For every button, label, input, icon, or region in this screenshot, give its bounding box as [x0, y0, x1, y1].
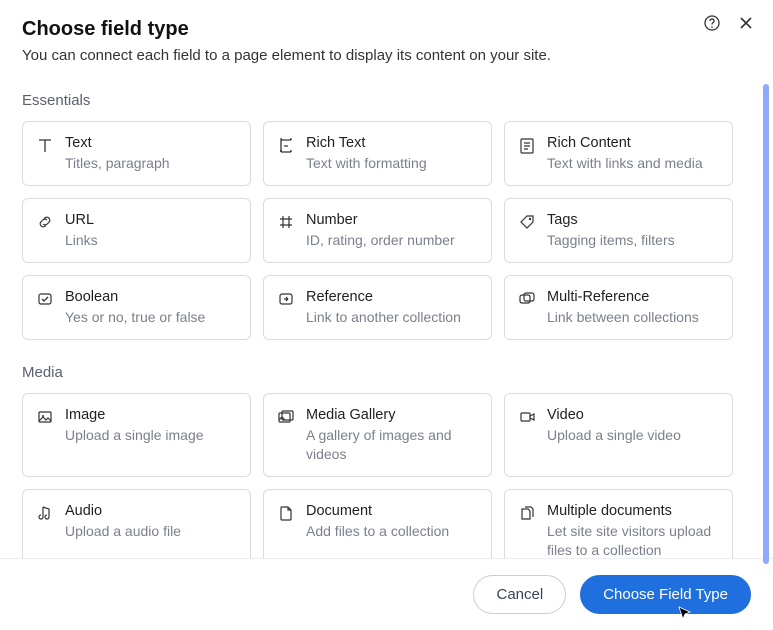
choose-field-type-dialog: Choose field type You can connect each f…	[0, 0, 773, 630]
card-title: URL	[65, 211, 98, 229]
document-icon	[276, 504, 296, 524]
field-card-number[interactable]: Number ID, rating, order number	[263, 198, 492, 263]
card-desc: Text with formatting	[306, 154, 427, 173]
card-desc: Upload a single video	[547, 426, 681, 445]
field-card-video[interactable]: Video Upload a single video	[504, 393, 733, 477]
card-title: Document	[306, 502, 449, 520]
dialog-subtitle: You can connect each field to a page ele…	[22, 47, 751, 64]
reference-icon	[276, 290, 296, 310]
card-desc: Upload a audio file	[65, 522, 181, 541]
card-title: Boolean	[65, 288, 205, 306]
multireference-icon	[517, 290, 537, 310]
section-title-media: Media	[22, 364, 751, 381]
scrollbar[interactable]	[763, 84, 769, 564]
number-icon	[276, 213, 296, 233]
card-desc: Titles, paragraph	[65, 154, 170, 173]
richtext-icon	[276, 136, 296, 156]
card-desc: Tagging items, filters	[547, 231, 675, 250]
help-icon[interactable]	[703, 14, 721, 32]
media-grid: Image Upload a single image Media Galler…	[22, 393, 751, 558]
card-title: Rich Content	[547, 134, 703, 152]
card-title: Media Gallery	[306, 406, 479, 424]
boolean-icon	[35, 290, 55, 310]
field-card-richcontent[interactable]: Rich Content Text with links and media	[504, 121, 733, 186]
card-title: Text	[65, 134, 170, 152]
dialog-title: Choose field type	[22, 18, 751, 41]
richcontent-icon	[517, 136, 537, 156]
field-card-url[interactable]: URL Links	[22, 198, 251, 263]
multidoc-icon	[517, 504, 537, 524]
field-card-text[interactable]: Text Titles, paragraph	[22, 121, 251, 186]
field-card-multireference[interactable]: Multi-Reference Link between collections	[504, 275, 733, 340]
field-card-audio[interactable]: Audio Upload a audio file	[22, 489, 251, 558]
field-card-richtext[interactable]: Rich Text Text with formatting	[263, 121, 492, 186]
field-card-mediagallery[interactable]: Media Gallery A gallery of images and vi…	[263, 393, 492, 477]
card-desc: Link to another collection	[306, 308, 461, 327]
card-title: Audio	[65, 502, 181, 520]
choose-button[interactable]: Choose Field Type	[580, 575, 751, 614]
header-actions	[703, 14, 755, 32]
card-desc: Text with links and media	[547, 154, 703, 173]
card-desc: Yes or no, true or false	[65, 308, 205, 327]
card-title: Multi-Reference	[547, 288, 699, 306]
card-title: Video	[547, 406, 681, 424]
card-desc: Upload a single image	[65, 426, 204, 445]
video-icon	[517, 408, 537, 428]
field-card-boolean[interactable]: Boolean Yes or no, true or false	[22, 275, 251, 340]
card-title: Tags	[547, 211, 675, 229]
close-icon[interactable]	[737, 14, 755, 32]
essentials-grid: Text Titles, paragraph Rich Text Text wi…	[22, 121, 751, 340]
image-icon	[35, 408, 55, 428]
card-desc: A gallery of images and videos	[306, 426, 479, 464]
field-card-document[interactable]: Document Add files to a collection	[263, 489, 492, 558]
field-card-reference[interactable]: Reference Link to another collection	[263, 275, 492, 340]
card-title: Number	[306, 211, 455, 229]
cancel-button[interactable]: Cancel	[473, 575, 566, 614]
card-desc: Add files to a collection	[306, 522, 449, 541]
card-title: Rich Text	[306, 134, 427, 152]
section-title-essentials: Essentials	[22, 92, 751, 109]
dialog-content[interactable]: Essentials Text Titles, paragraph Rich T…	[0, 82, 773, 558]
card-desc: Link between collections	[547, 308, 699, 327]
card-title: Reference	[306, 288, 461, 306]
dialog-header: Choose field type You can connect each f…	[0, 0, 773, 82]
card-desc: Let site site visitors upload files to a…	[547, 522, 720, 558]
card-title: Multiple documents	[547, 502, 720, 520]
field-card-image[interactable]: Image Upload a single image	[22, 393, 251, 477]
url-icon	[35, 213, 55, 233]
gallery-icon	[276, 408, 296, 428]
card-desc: ID, rating, order number	[306, 231, 455, 250]
card-desc: Links	[65, 231, 98, 250]
text-icon	[35, 136, 55, 156]
card-title: Image	[65, 406, 204, 424]
dialog-footer: Cancel Choose Field Type	[0, 558, 773, 630]
tags-icon	[517, 213, 537, 233]
field-card-multidoc[interactable]: Multiple documents Let site site visitor…	[504, 489, 733, 558]
audio-icon	[35, 504, 55, 524]
field-card-tags[interactable]: Tags Tagging items, filters	[504, 198, 733, 263]
